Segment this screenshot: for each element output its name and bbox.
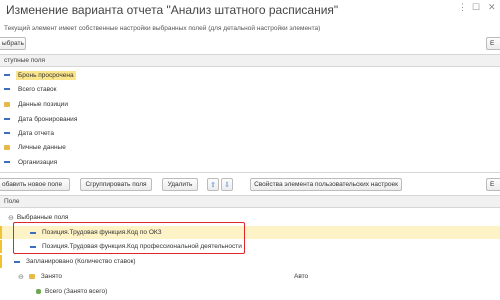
selected-field-label: Запланировано (Количество ставок) [26, 258, 136, 265]
move-up-button[interactable]: ⇧ [207, 178, 219, 191]
available-field-label: Данные позиции [18, 100, 68, 108]
field-icon [4, 88, 10, 90]
field-icon [4, 132, 10, 134]
select-button[interactable]: ыбрать [0, 37, 26, 50]
folder-icon [28, 274, 35, 279]
add-new-field-button[interactable]: обавить новое поле [0, 178, 70, 191]
placement-value: Авто [294, 273, 309, 280]
available-fields-header: ступные поля [0, 54, 500, 67]
available-field-label: Дата отчета [18, 129, 54, 137]
row-marker [0, 255, 2, 268]
selected-fields-root-label: Выбранные поля [16, 214, 69, 221]
available-field-label: Всего ставок [18, 85, 57, 93]
available-field-label: Организация [18, 158, 58, 166]
close-icon[interactable]: ✕ [488, 2, 496, 13]
window-title: Изменение варианта отчета "Анализ штатно… [6, 3, 339, 17]
available-field-label: Личные данные [18, 143, 66, 151]
delete-button[interactable]: Удалить [162, 178, 198, 191]
collapse-icon[interactable]: ⊖ [18, 273, 24, 281]
folder-icon [4, 144, 10, 150]
available-field-item[interactable]: Бронь просрочена [0, 68, 76, 82]
selected-fields-header: Поле [0, 195, 500, 208]
more-vertical-icon[interactable]: ⋮ [458, 2, 467, 13]
annotation-highlight-box [13, 222, 245, 254]
resource-icon [36, 289, 41, 294]
user-settings-properties-button[interactable]: Свойства элемента пользовательских настр… [250, 178, 402, 191]
field-icon [4, 118, 10, 120]
panel-divider [0, 172, 500, 173]
available-field-item[interactable]: Всего ставок [0, 82, 58, 96]
selected-field-row[interactable]: Запланировано (Количество ставок) [0, 255, 500, 268]
available-field-item[interactable]: Личные данные [0, 140, 68, 154]
available-field-item[interactable]: Дата отчета [0, 126, 56, 140]
hint-text: Текущий элемент имеет собственные настро… [4, 25, 321, 32]
selected-field-row[interactable]: Всего (Занято всего) [36, 285, 107, 298]
right-menu-button-top[interactable]: Е [486, 37, 500, 50]
field-icon [14, 260, 20, 263]
row-marker [0, 226, 2, 239]
selected-field-label: Занято [40, 273, 63, 280]
available-field-label: Бронь просрочена [16, 70, 76, 80]
row-marker [0, 240, 2, 253]
field-icon [4, 161, 10, 163]
collapse-icon[interactable]: ⊖ [8, 214, 14, 222]
selected-field-label: Всего (Занято всего) [45, 288, 108, 295]
group-fields-button[interactable]: Сгруппировать поля [80, 178, 152, 191]
move-down-button[interactable]: ⇩ [221, 178, 233, 191]
available-field-item[interactable]: Дата бронирования [0, 112, 79, 126]
field-icon [4, 74, 10, 76]
right-menu-button-bottom[interactable]: Е [486, 178, 500, 191]
available-field-item[interactable]: Данные позиции [0, 97, 70, 111]
folder-icon [4, 101, 10, 107]
selected-field-group-row[interactable]: ⊖ Занято [18, 270, 62, 283]
maximize-icon[interactable]: ☐ [472, 2, 480, 13]
available-field-label: Дата бронирования [18, 115, 78, 123]
available-field-item[interactable]: Организация [0, 155, 59, 169]
